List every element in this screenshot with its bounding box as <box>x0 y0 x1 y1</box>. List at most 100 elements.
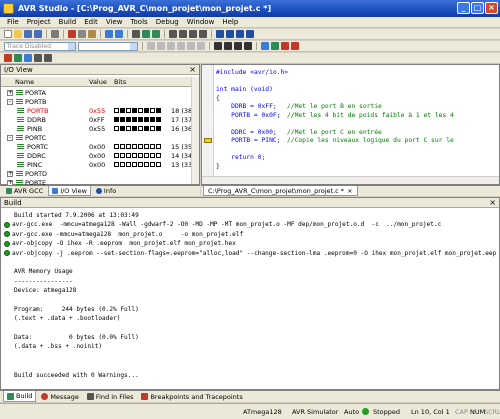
editor-margin[interactable] <box>202 65 214 184</box>
breakpoint-icon[interactable] <box>281 42 289 50</box>
break-icon[interactable] <box>157 42 165 50</box>
prev-bookmark-icon[interactable] <box>236 30 244 38</box>
code-editor[interactable]: #include <avr/io.h> int main (void){ DDRB… <box>201 64 500 185</box>
bit-cell[interactable] <box>150 117 155 122</box>
bit-cell[interactable] <box>156 162 161 167</box>
bit-cell[interactable] <box>150 108 155 113</box>
indent-icon[interactable] <box>169 30 177 38</box>
undo-icon[interactable] <box>105 30 113 38</box>
run-icon[interactable] <box>147 42 155 50</box>
bit-cell[interactable] <box>132 126 137 131</box>
bit-cell[interactable] <box>138 126 143 131</box>
clear-bookmarks-icon[interactable] <box>246 30 254 38</box>
tab-breakpoints[interactable]: Breakpoints and Tracepoints <box>138 391 245 402</box>
menu-view[interactable]: View <box>102 18 127 26</box>
bit-cell[interactable] <box>150 144 155 149</box>
bit-cell[interactable] <box>156 126 161 131</box>
tab-info[interactable]: Info <box>93 186 119 196</box>
bit-cell[interactable] <box>114 126 119 131</box>
bookmark-icon[interactable] <box>216 30 224 38</box>
bit-cell[interactable] <box>156 117 161 122</box>
options-icon[interactable] <box>44 54 52 62</box>
menu-file[interactable]: File <box>3 18 23 26</box>
chevron-down-icon[interactable] <box>130 42 137 50</box>
bit-cell[interactable] <box>132 153 137 158</box>
collapse-icon[interactable]: - <box>7 99 13 105</box>
new-file-icon[interactable] <box>4 30 12 38</box>
rebuild-icon[interactable] <box>152 30 160 38</box>
bit-cell[interactable] <box>144 126 149 131</box>
column-bits[interactable]: Bits <box>114 78 126 86</box>
close-button[interactable]: × <box>485 2 498 14</box>
column-value[interactable]: Value <box>89 78 107 86</box>
bit-cell[interactable] <box>150 162 155 167</box>
io-view-icon[interactable] <box>261 42 269 50</box>
comment-icon[interactable] <box>189 30 197 38</box>
io-row[interactable]: - PORTC <box>1 134 199 143</box>
save-icon[interactable] <box>24 30 32 38</box>
column-name[interactable]: Name <box>15 78 34 86</box>
io-row[interactable]: PINB 0x55 16 (36) <box>1 125 199 134</box>
clear-breakpoints-icon[interactable] <box>291 42 299 50</box>
io-row[interactable]: DDRC 0x00 14 (34) <box>1 152 199 161</box>
registers-icon[interactable] <box>224 42 232 50</box>
tab-avr-gcc[interactable]: AVR GCC <box>3 186 46 196</box>
io-view-scrollbar[interactable] <box>191 77 199 184</box>
open-folder-icon[interactable] <box>14 30 22 38</box>
bit-cell[interactable] <box>114 117 119 122</box>
cut-icon[interactable] <box>68 30 76 38</box>
tab-find-in-files[interactable]: Find in Files <box>84 391 137 402</box>
tab-io-view[interactable]: I/O View <box>48 186 91 196</box>
io-row[interactable]: PORTC 0x00 15 (35) <box>1 143 199 152</box>
menu-help[interactable]: Help <box>218 18 242 26</box>
menu-debug[interactable]: Debug <box>152 18 183 26</box>
menu-build[interactable]: Build <box>55 18 81 26</box>
next-bookmark-icon[interactable] <box>226 30 234 38</box>
bit-cell[interactable] <box>120 144 125 149</box>
program-icon[interactable] <box>24 54 32 62</box>
tab-build[interactable]: Build <box>3 391 37 402</box>
editor-horizontal-scrollbar[interactable] <box>202 176 499 184</box>
maximize-button[interactable]: □ <box>471 2 484 14</box>
step-over-icon[interactable] <box>187 42 195 50</box>
settings-icon[interactable] <box>34 54 42 62</box>
io-row[interactable]: DDRB 0xFF 17 (37) <box>1 116 199 125</box>
io-row[interactable]: PINC 0x00 13 (33) <box>1 161 199 170</box>
close-icon[interactable]: × <box>347 187 352 195</box>
processor-icon[interactable] <box>271 42 279 50</box>
bit-cell[interactable] <box>114 108 119 113</box>
copy-icon[interactable] <box>78 30 86 38</box>
memory-view-icon[interactable] <box>214 42 222 50</box>
connect-icon[interactable] <box>14 54 22 62</box>
bit-cell[interactable] <box>144 117 149 122</box>
close-icon[interactable]: × <box>489 198 496 207</box>
outdent-icon[interactable] <box>179 30 187 38</box>
tab-message[interactable]: Message <box>38 391 82 402</box>
bit-cell[interactable] <box>144 153 149 158</box>
uncomment-icon[interactable] <box>199 30 207 38</box>
watch-icon[interactable] <box>244 42 252 50</box>
chevron-down-icon[interactable] <box>68 42 75 50</box>
bit-cell[interactable] <box>120 126 125 131</box>
step-out-icon[interactable] <box>197 42 205 50</box>
bit-cell[interactable] <box>114 153 119 158</box>
build-output[interactable]: Build started 7.9.2006 at 13:03:49 avr-gc… <box>4 211 496 380</box>
bit-cell[interactable] <box>132 108 137 113</box>
expand-icon[interactable]: + <box>7 90 13 96</box>
menu-project[interactable]: Project <box>23 18 55 26</box>
bit-cell[interactable] <box>120 153 125 158</box>
bit-cell[interactable] <box>132 117 137 122</box>
close-icon[interactable]: × <box>189 65 196 74</box>
bit-cell[interactable] <box>114 144 119 149</box>
collapse-icon[interactable]: - <box>7 135 13 141</box>
bit-cell[interactable] <box>126 144 131 149</box>
redo-icon[interactable] <box>115 30 123 38</box>
print-icon[interactable] <box>51 30 59 38</box>
bit-cell[interactable] <box>150 126 155 131</box>
bit-cell[interactable] <box>114 162 119 167</box>
io-row[interactable]: + PORTA <box>1 89 199 98</box>
bit-cell[interactable] <box>138 153 143 158</box>
menu-edit[interactable]: Edit <box>80 18 102 26</box>
expand-icon[interactable]: + <box>7 171 13 177</box>
minimize-button[interactable]: _ <box>457 2 470 14</box>
